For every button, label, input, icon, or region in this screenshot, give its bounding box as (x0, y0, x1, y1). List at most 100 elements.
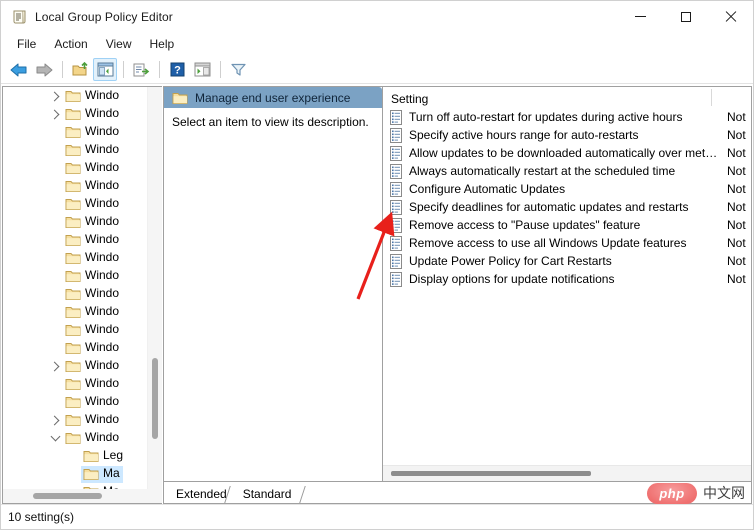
tree-item-content: Windo (63, 394, 122, 411)
up-one-level-button[interactable] (68, 58, 92, 81)
folder-icon (65, 233, 81, 247)
tree-item[interactable]: Windo (3, 195, 148, 213)
tree-item[interactable]: Windo (3, 141, 148, 159)
tree-item-label: Windo (85, 340, 120, 354)
description-header-label: Manage end user experience (195, 90, 351, 105)
tree-vertical-scrollbar[interactable] (147, 87, 162, 489)
column-header-setting[interactable]: Setting (383, 87, 711, 108)
settings-list-row[interactable]: Specify deadlines for automatic updates … (383, 198, 751, 216)
settings-list-row[interactable]: Remove access to use all Windows Update … (383, 234, 751, 252)
tree-item[interactable]: Windo (3, 393, 148, 411)
watermark: php 中文网 (647, 481, 745, 505)
window-title: Local Group Policy Editor (35, 9, 173, 24)
tree-twisty-placeholder (47, 250, 63, 266)
tree-twisty-placeholder (47, 178, 63, 194)
tree-item-label: Windo (85, 232, 120, 246)
close-icon (725, 11, 736, 22)
tree-hscroll-thumb[interactable] (33, 493, 102, 499)
forward-button[interactable] (32, 58, 56, 81)
tree-item[interactable]: Windo (3, 375, 148, 393)
tree-item[interactable]: Leg (3, 447, 148, 465)
settings-list-row[interactable]: Always automatically restart at the sche… (383, 162, 751, 180)
chevron-down-icon[interactable] (47, 430, 63, 446)
tree-twisty-placeholder (47, 394, 63, 410)
column-header-state[interactable] (711, 87, 751, 108)
tree-item[interactable]: Windo (3, 285, 148, 303)
maximize-button[interactable] (663, 1, 708, 32)
tree-item[interactable]: Windo (3, 213, 148, 231)
filter-funnel-icon (230, 63, 246, 76)
settings-list-row[interactable]: Configure Automatic Updates Not (383, 180, 751, 198)
console-tree-icon (97, 62, 113, 77)
tree-root: Windo Windo Windo Windo Windo Windo Windo Windo… (3, 87, 148, 489)
tree-item[interactable]: Windo (3, 267, 148, 285)
list-hscroll-thumb[interactable] (391, 471, 591, 476)
show-hide-console-tree-button[interactable] (93, 58, 117, 81)
menu-action[interactable]: Action (45, 34, 96, 55)
policy-setting-icon (389, 163, 403, 179)
settings-list-row[interactable]: Allow updates to be downloaded automatic… (383, 144, 751, 162)
tree-scroll-corner (148, 489, 162, 503)
maximize-icon (680, 11, 691, 22)
settings-row-name: Display options for update notifications (409, 272, 615, 286)
menu-file[interactable]: File (8, 34, 45, 55)
policy-setting-icon (389, 109, 403, 125)
chevron-right-icon[interactable] (47, 358, 63, 374)
tab-standard[interactable]: Standard (232, 484, 304, 503)
tree-item[interactable]: Windo (3, 411, 148, 429)
settings-row-state: Not (727, 164, 746, 178)
tree-item[interactable]: Windo (3, 303, 148, 321)
tree-item[interactable]: Windo (3, 105, 148, 123)
tree-item[interactable]: Windo (3, 159, 148, 177)
help-button[interactable]: ? (165, 58, 189, 81)
minimize-button[interactable] (618, 1, 663, 32)
menu-help[interactable]: Help (141, 34, 184, 55)
export-list-button[interactable] (129, 58, 153, 81)
tab-extended-label: Extended (176, 486, 227, 501)
tree-item[interactable]: Windo (3, 123, 148, 141)
tree-vscroll-thumb[interactable] (152, 358, 158, 439)
show-action-pane-button[interactable] (190, 58, 214, 81)
folder-icon (65, 197, 81, 211)
folder-icon (65, 413, 81, 427)
settings-row-state: Not (727, 182, 746, 196)
chevron-right-icon[interactable] (47, 106, 63, 122)
tree-item-label: Windo (85, 88, 120, 102)
status-bar: 10 setting(s) (1, 504, 753, 529)
settings-row-state: Not (727, 254, 746, 268)
settings-list-row[interactable]: Turn off auto-restart for updates during… (383, 108, 751, 126)
tree-item[interactable]: Windo (3, 231, 148, 249)
folder-icon (65, 305, 81, 319)
chevron-right-icon[interactable] (47, 88, 63, 104)
tree-item[interactable]: Windo (3, 339, 148, 357)
back-button[interactable] (7, 58, 31, 81)
filter-button[interactable] (226, 58, 250, 81)
tree-item-content: Windo (63, 88, 122, 105)
tree-item-label: Windo (85, 358, 120, 372)
tree-twisty-placeholder (47, 214, 63, 230)
chevron-right-icon[interactable] (47, 412, 63, 428)
tree-item[interactable]: Windo (3, 87, 148, 105)
tree-item[interactable]: Windo (3, 357, 148, 375)
close-button[interactable] (708, 1, 753, 32)
tree-item[interactable]: Ma (3, 465, 148, 483)
settings-list-row[interactable]: Update Power Policy for Cart Restarts Not (383, 252, 751, 270)
tree-item-content: Windo (63, 430, 122, 447)
menu-view[interactable]: View (97, 34, 141, 55)
settings-row-name: Remove access to use all Windows Update … (409, 236, 687, 250)
settings-list-row[interactable]: Display options for update notifications… (383, 270, 751, 288)
settings-list-row[interactable]: Specify active hours range for auto-rest… (383, 126, 751, 144)
tree-item-content: Windo (63, 196, 122, 213)
settings-list-row[interactable]: Remove access to "Pause updates" feature… (383, 216, 751, 234)
tree-horizontal-scrollbar[interactable] (3, 489, 148, 503)
tab-standard-label: Standard (242, 486, 292, 501)
tree-item[interactable]: Windo (3, 429, 148, 447)
tree-item[interactable]: Windo (3, 249, 148, 267)
tree-item[interactable]: Windo (3, 321, 148, 339)
tree-twisty-placeholder (47, 322, 63, 338)
list-horizontal-scrollbar[interactable] (383, 465, 751, 481)
svg-text:?: ? (174, 65, 181, 77)
list-column-header: Setting (383, 87, 751, 108)
tree-item[interactable]: Windo (3, 177, 148, 195)
folder-icon (65, 269, 81, 283)
